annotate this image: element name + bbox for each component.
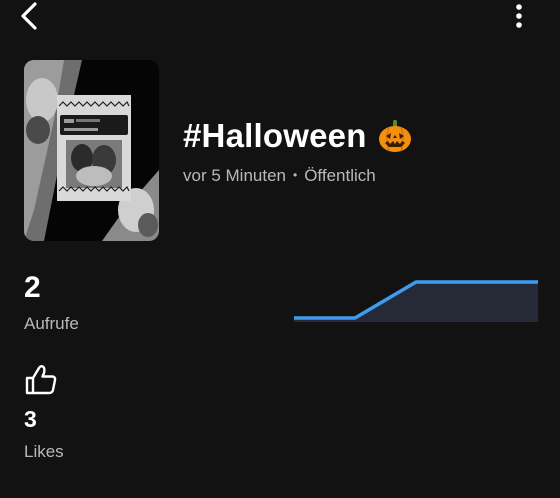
time-ago: vor 5 Minuten [183, 166, 286, 185]
more-vertical-icon [516, 4, 522, 28]
sound-cover-thumbnail[interactable] [24, 60, 159, 241]
views-chart [294, 280, 538, 322]
views-label: Aufrufe [24, 314, 79, 333]
likes-label: Likes [24, 442, 64, 461]
chart-area-fill [294, 282, 538, 322]
thumbs-up-icon [25, 365, 57, 395]
sound-title-row: #Halloween [183, 116, 413, 156]
cover-image [24, 60, 159, 241]
jack-o-lantern-icon [378, 120, 411, 152]
sound-meta: vor 5 Minuten • Öffentlich [183, 165, 376, 188]
back-button[interactable] [12, 0, 46, 32]
top-bar [0, 0, 560, 34]
views-count: 2 [24, 271, 41, 304]
chart-layer [294, 280, 538, 322]
sound-title: #Halloween [183, 117, 367, 154]
meta-separator: • [293, 168, 298, 182]
chevron-left-icon [21, 2, 37, 30]
more-options-button[interactable] [504, 0, 534, 32]
visibility-label: Öffentlich [304, 166, 376, 185]
likes-count: 3 [24, 406, 37, 432]
